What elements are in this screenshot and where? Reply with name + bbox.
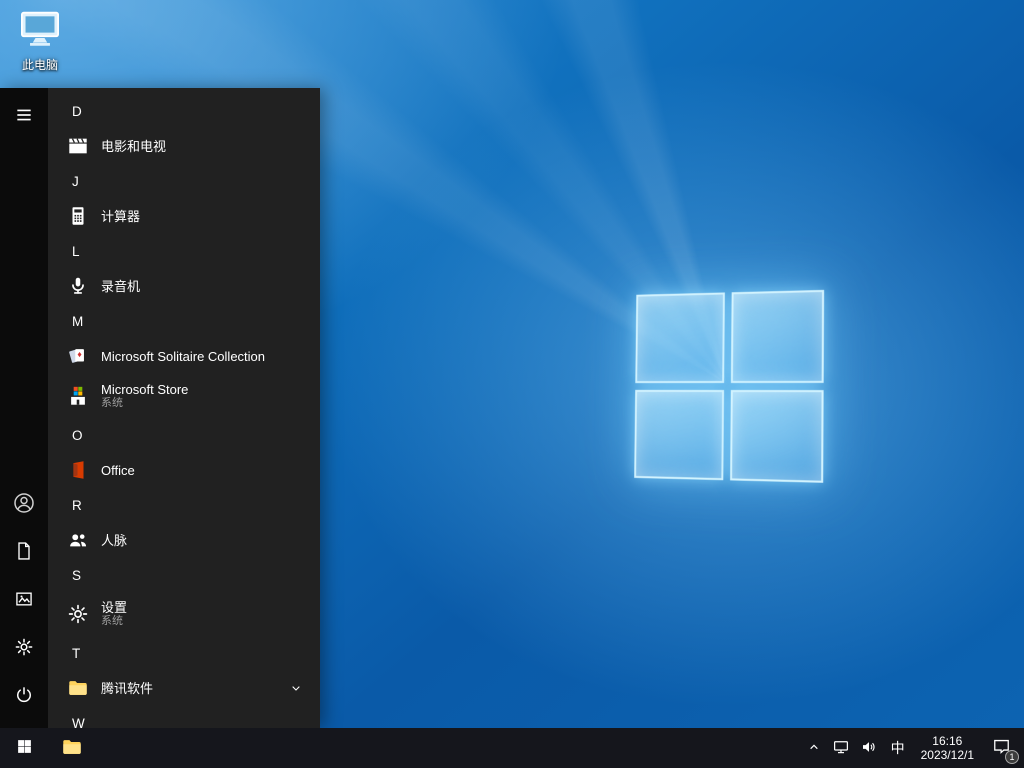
section-letter-d[interactable]: D	[48, 94, 320, 128]
clock-date: 2023/12/1	[920, 748, 974, 762]
pictures-button[interactable]	[0, 576, 48, 624]
start-expand-button[interactable]	[0, 92, 48, 140]
start-menu: D 电影和电视 J 计算器 L 录音机 M Microsoft Solitair…	[0, 88, 320, 728]
document-icon	[14, 541, 34, 564]
settings-button[interactable]	[0, 624, 48, 672]
start-rail-bottom	[0, 480, 48, 720]
start-app-solitaire[interactable]: Microsoft Solitaire Collection	[48, 338, 320, 374]
system-tray: 中 16:16 2023/12/1 1	[801, 728, 1024, 768]
section-letter-s[interactable]: S	[48, 558, 320, 592]
store-icon	[64, 382, 92, 410]
start-app-settings[interactable]: 设置 系统	[48, 592, 320, 636]
start-folder-tencent[interactable]: 腾讯软件	[48, 670, 320, 706]
taskbar-clock[interactable]: 16:16 2023/12/1	[913, 728, 982, 768]
start-app-microsoft-store[interactable]: Microsoft Store 系统	[48, 374, 320, 418]
start-app-office[interactable]: Office	[48, 452, 320, 488]
taskbar: 中 16:16 2023/12/1 1	[0, 728, 1024, 768]
network-tray-button[interactable]	[827, 728, 855, 768]
start-app-list: D 电影和电视 J 计算器 L 录音机 M Microsoft Solitair…	[48, 88, 320, 728]
office-icon	[64, 456, 92, 484]
chevron-up-icon	[806, 739, 822, 758]
hamburger-icon	[14, 105, 34, 128]
user-icon	[12, 491, 36, 518]
gear-icon	[64, 600, 92, 628]
gear-icon	[14, 637, 34, 660]
microphone-icon	[64, 272, 92, 300]
start-menu-rail	[0, 88, 48, 728]
start-app-movies-tv[interactable]: 电影和电视	[48, 128, 320, 164]
section-letter-m[interactable]: M	[48, 304, 320, 338]
volume-tray-button[interactable]	[855, 728, 883, 768]
windows-wallpaper-logo	[634, 289, 825, 483]
network-icon	[832, 738, 850, 759]
start-button[interactable]	[0, 728, 48, 768]
start-app-voice-recorder[interactable]: 录音机	[48, 268, 320, 304]
movies-tv-icon	[64, 132, 92, 160]
app-label: 录音机	[101, 278, 141, 294]
app-label: 腾讯软件	[101, 680, 154, 696]
section-letter-w[interactable]: W	[48, 706, 320, 729]
app-label: 设置	[101, 600, 128, 615]
this-pc-monitor-icon	[18, 10, 62, 53]
power-icon	[14, 685, 34, 708]
app-label: 人脉	[101, 532, 128, 548]
section-letter-j[interactable]: J	[48, 164, 320, 198]
ime-indicator[interactable]: 中	[883, 728, 913, 768]
solitaire-cards-icon	[64, 342, 92, 370]
section-letter-t[interactable]: T	[48, 636, 320, 670]
section-letter-r[interactable]: R	[48, 488, 320, 522]
windows-logo-icon	[16, 738, 33, 758]
logo-pane	[634, 389, 724, 481]
power-button[interactable]	[0, 672, 48, 720]
chevron-down-icon[interactable]	[288, 680, 304, 696]
people-icon	[64, 526, 92, 554]
action-center-button[interactable]: 1	[982, 728, 1020, 768]
documents-button[interactable]	[0, 528, 48, 576]
user-account-button[interactable]	[0, 480, 48, 528]
start-app-people[interactable]: 人脉	[48, 522, 320, 558]
app-label: 计算器	[101, 208, 141, 224]
pictures-icon	[14, 589, 34, 612]
folder-icon	[64, 674, 92, 702]
speaker-icon	[860, 738, 878, 759]
clock-time: 16:16	[932, 734, 963, 748]
calculator-icon	[64, 202, 92, 230]
logo-pane	[730, 289, 825, 383]
app-label: Microsoft Store	[101, 382, 189, 397]
start-app-calculator[interactable]: 计算器	[48, 198, 320, 234]
section-letter-o[interactable]: O	[48, 418, 320, 452]
desktop-icon-label: 此电脑	[21, 58, 58, 72]
tray-overflow-button[interactable]	[801, 728, 827, 768]
logo-pane	[635, 292, 725, 383]
desktop-icon-this-pc[interactable]: 此电脑	[12, 10, 68, 73]
folder-icon	[61, 736, 83, 761]
app-label: 电影和电视	[101, 138, 167, 154]
app-label: Office	[101, 462, 135, 478]
app-label: Microsoft Solitaire Collection	[101, 348, 266, 364]
app-sublabel: 系统	[101, 615, 123, 627]
section-letter-l[interactable]: L	[48, 234, 320, 268]
file-explorer-button[interactable]	[48, 728, 96, 768]
app-sublabel: 系统	[101, 397, 123, 409]
desktop: 此电脑 D 电影和电视 J 计算器 L 录音机 M Microsoft Soli…	[0, 0, 1024, 768]
logo-pane	[729, 389, 824, 483]
notification-badge: 1	[1005, 750, 1019, 764]
